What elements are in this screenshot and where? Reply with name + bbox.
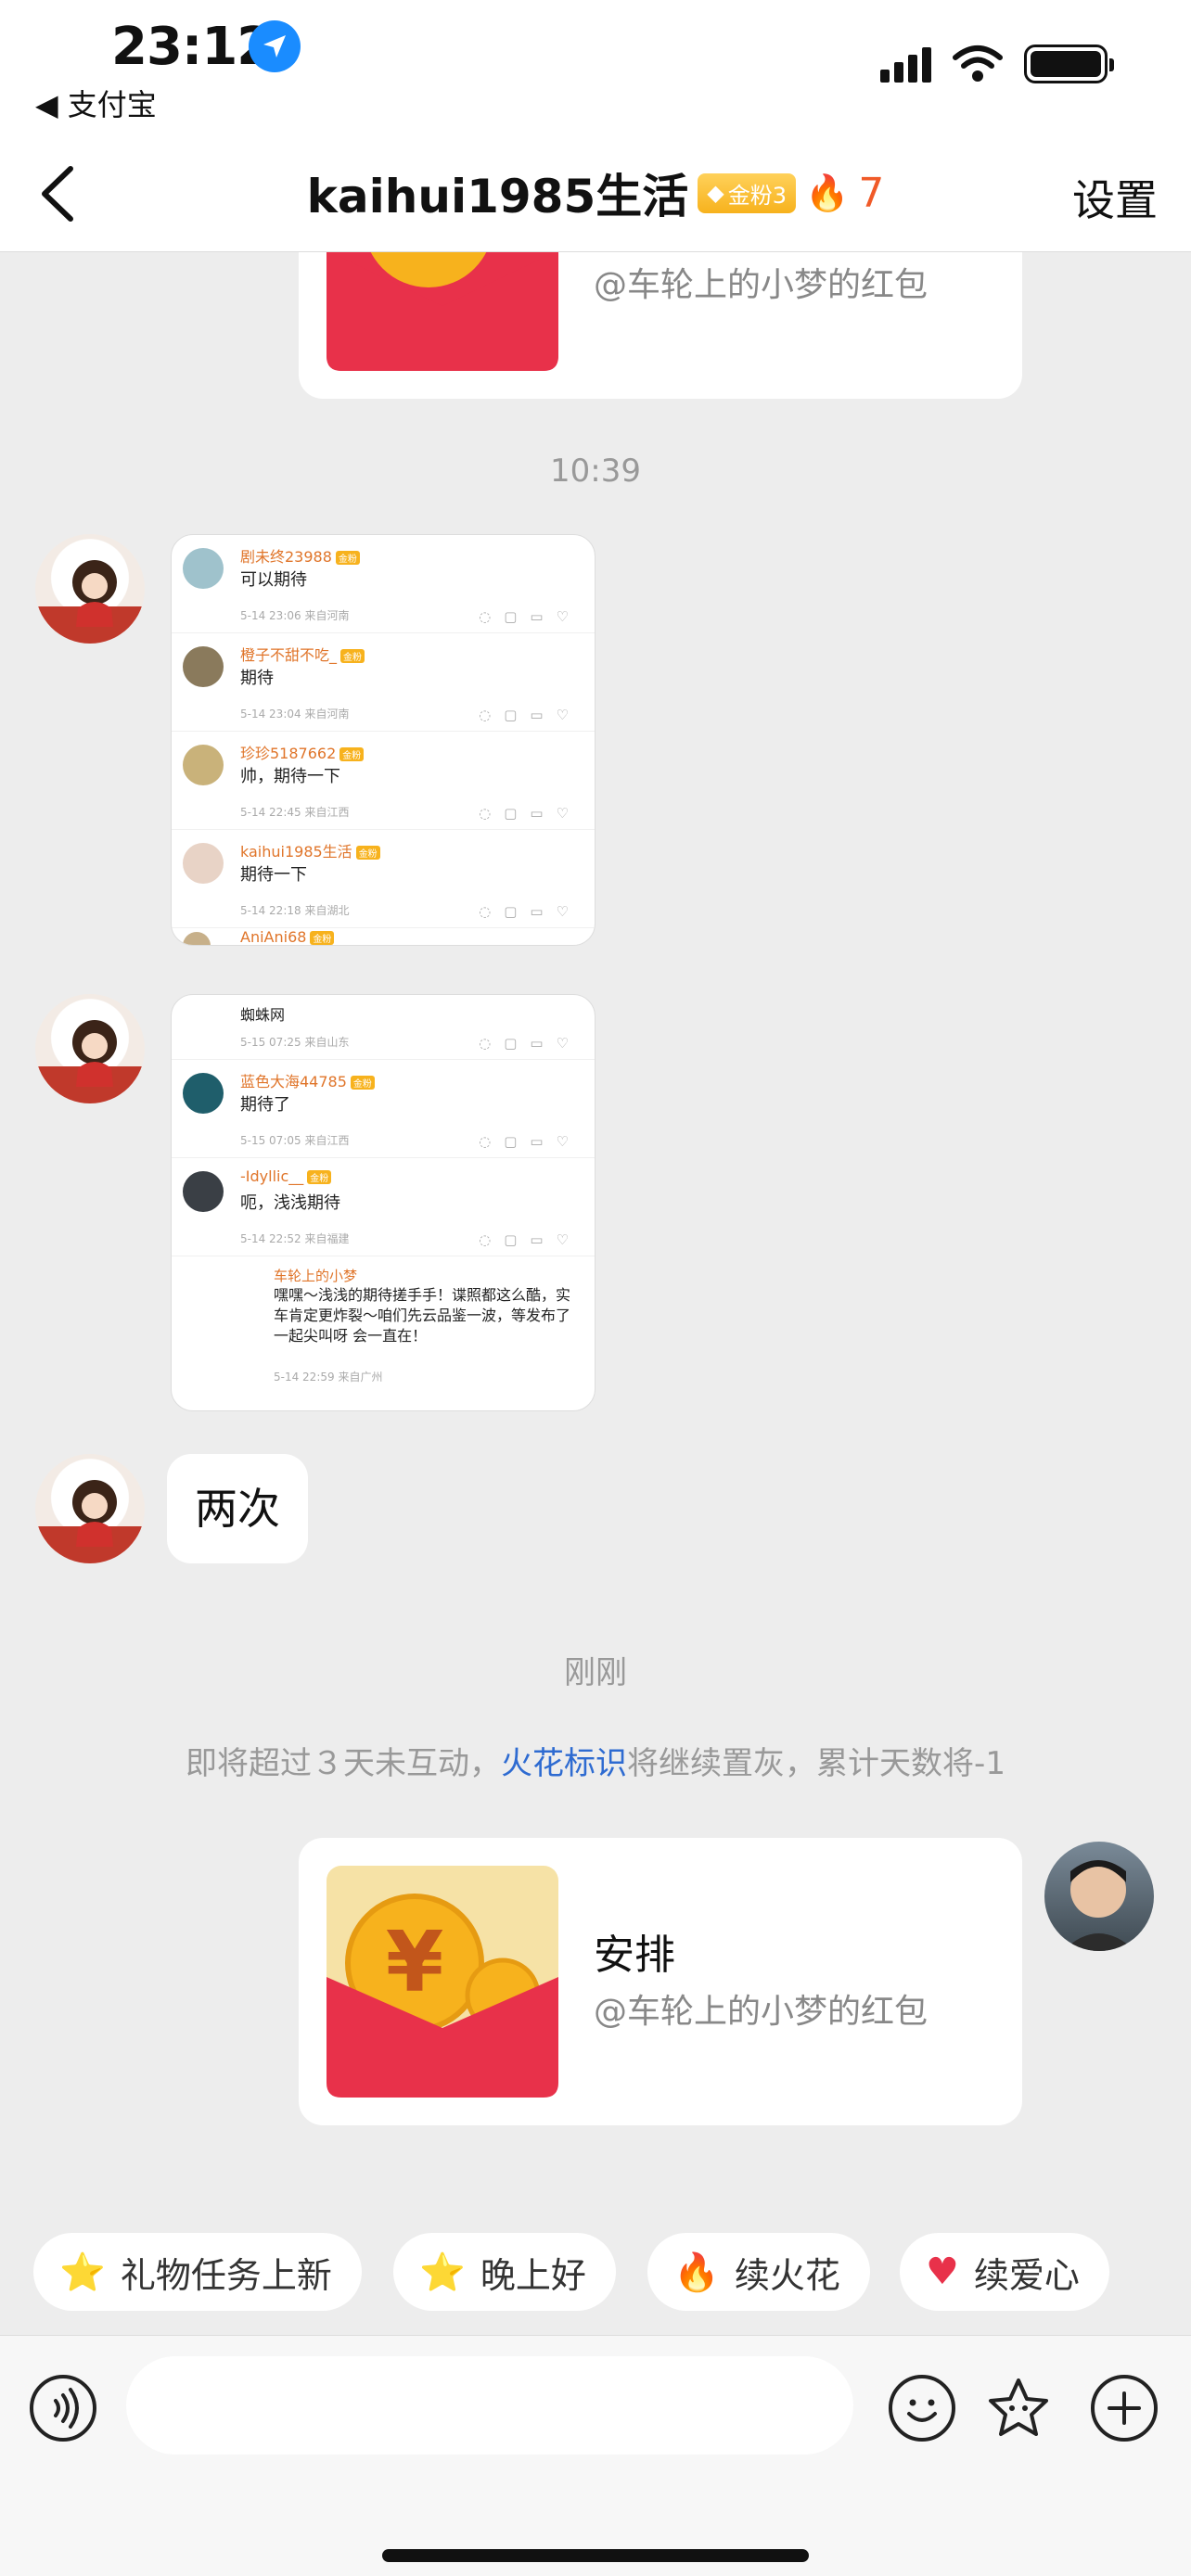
comment-row: 剧未终23988 金粉 可以期待 5-14 23:06 来自河南 ◌▢▭♡ [172, 535, 595, 633]
fan-level-badge: ◆ 金粉3 [698, 172, 797, 213]
commenter-avatar [183, 932, 211, 945]
comment-row: kaihui1985生活 金粉 期待一下 5-14 22:18 来自湖北 ◌▢▭♡ [172, 830, 595, 928]
image-message-comments-screenshot[interactable]: 蜘蛛网 5-15 07:25 来自山东 ◌▢▭♡ 蓝色大海44785 金粉 期待了… [171, 994, 596, 1411]
heart-icon: ♥ [926, 2251, 959, 2293]
comment-row: 蜘蛛网 5-15 07:25 来自山东 ◌▢▭♡ [172, 995, 595, 1060]
message-input[interactable] [126, 2356, 853, 2455]
timestamp: 10:39 [550, 453, 641, 490]
comment-action-icons: ◌▢▭♡ [479, 707, 582, 723]
input-bar [0, 2335, 1191, 2576]
comment-row: 橙子不甜不吃_ 金粉 期待 5-14 23:04 来自河南 ◌▢▭♡ [172, 633, 595, 732]
emoji-button[interactable] [889, 2375, 955, 2442]
red-packet-icon [327, 252, 558, 371]
avatar-girl-illustration [35, 560, 145, 644]
star-face-icon: ⭐ [419, 2251, 466, 2294]
red-packet-subtitle: @车轮上的小梦的红包 [594, 1993, 928, 2031]
red-packet-message[interactable]: @车轮上的小梦的红包 [299, 252, 1022, 399]
avatar-girl-illustration [35, 1480, 145, 1563]
commenter-avatar [183, 843, 224, 884]
commenter-avatar [183, 548, 224, 589]
comment-row: 蓝色大海44785 金粉 期待了 5-15 07:05 来自江西 ◌▢▭♡ [172, 1060, 595, 1158]
contact-avatar[interactable] [35, 994, 145, 1103]
home-indicator [382, 2549, 809, 2562]
commenter-avatar [183, 1171, 224, 1212]
comment-row: AniAni68 金粉 [172, 928, 595, 945]
location-arrow-icon [249, 20, 301, 72]
settings-button[interactable]: 设置 [1072, 167, 1158, 228]
text-message-bubble[interactable]: 两次 [167, 1454, 308, 1563]
chip-gift-task[interactable]: ⭐ 礼物任务上新 [33, 2233, 362, 2311]
commenter-avatar [183, 745, 224, 785]
chip-continue-heart[interactable]: ♥ 续爱心 [900, 2233, 1109, 2311]
contact-avatar[interactable] [35, 1454, 145, 1563]
spark-warning-notice: 即将超过３天未互动，火花标识将继续置灰，累计天数将-1 [186, 1745, 1005, 1782]
fire-icon: 🔥 [673, 2251, 720, 2294]
star-outline-icon [989, 2378, 1048, 2436]
quick-reply-chips: ⭐ 礼物任务上新 ⭐ 晚上好 🔥 续火花 ♥ 续爱心 [0, 2229, 1191, 2322]
comment-action-icons: ◌▢▭♡ [479, 805, 582, 822]
chip-continue-spark[interactable]: 🔥 续火花 [647, 2233, 870, 2311]
smiley-icon [907, 2399, 937, 2422]
avatar-photo [1063, 1860, 1135, 1951]
red-packet-icon: ¥ [327, 1866, 558, 2098]
more-actions-button[interactable] [1091, 2375, 1158, 2442]
image-message-comments-screenshot[interactable]: 剧未终23988 金粉 可以期待 5-14 23:06 来自河南 ◌▢▭♡ 橙子不… [171, 534, 596, 946]
comment-row: -Idyllic__ 金粉 呃，浅浅期待 5-14 22:52 来自福建 ◌▢▭♡ [172, 1158, 595, 1256]
spark-badge-link[interactable]: 火花标识 [501, 1745, 627, 1782]
red-packet-title: 安排 [594, 1932, 675, 1979]
voice-icon [54, 2388, 79, 2429]
comment-action-icons: ◌▢▭♡ [479, 1133, 582, 1150]
star-face-icon: ⭐ [59, 2251, 106, 2294]
svg-text:¥: ¥ [386, 1914, 444, 2011]
commenter-avatar [183, 1073, 224, 1114]
comment-action-icons: ◌▢▭♡ [479, 1231, 582, 1248]
plus-icon [1108, 2391, 1141, 2425]
sticker-button[interactable] [985, 2375, 1052, 2442]
chat-message-list[interactable]: @车轮上的小梦的红包 10:39 剧未终23988 金粉 可以期待 5-14 23… [0, 252, 1191, 2329]
comment-action-icons: ◌▢▭♡ [479, 1035, 582, 1052]
spark-day-count: 7 [858, 169, 885, 217]
voice-input-button[interactable] [30, 2375, 96, 2442]
comment-row: 珍珍5187662 金粉 帅，期待一下 5-14 22:45 来自江西 ◌▢▭♡ [172, 732, 595, 830]
chat-header: kaihui1985生活 ◆ 金粉3 🔥 7 设置 [0, 139, 1191, 252]
avatar-girl-illustration [35, 1020, 145, 1103]
chip-good-evening[interactable]: ⭐ 晚上好 [393, 2233, 616, 2311]
commenter-avatar [183, 646, 224, 687]
red-packet-subtitle: @车轮上的小梦的红包 [594, 266, 928, 304]
comment-action-icons: ◌▢▭♡ [479, 608, 582, 625]
fan-diamond-icon: ◆ [707, 180, 724, 206]
status-icons [880, 45, 1114, 83]
chat-title: kaihui1985生活 ◆ 金粉3 🔥 7 [0, 159, 1191, 226]
comment-action-icons: ◌▢▭♡ [479, 903, 582, 920]
wifi-icon [953, 45, 1003, 82]
contact-name: kaihui1985生活 [306, 170, 689, 223]
red-packet-message[interactable]: ¥ 安排 @车轮上的小梦的红包 [299, 1838, 1022, 2125]
contact-avatar[interactable] [35, 534, 145, 644]
fire-icon: 🔥 [805, 172, 850, 213]
author-reply: 车轮上的小梦 嘿嘿～浅浅的期待搓手手！谍照都这么酷，实车肯定更炸裂～咱们先云品鉴… [274, 1268, 571, 1345]
status-bar: 23:12 ◀ 支付宝 [0, 0, 1191, 139]
back-to-app-link[interactable]: ◀ 支付宝 [35, 82, 157, 124]
cellular-signal-icon [880, 45, 931, 83]
my-avatar[interactable] [1044, 1842, 1154, 1951]
timestamp: 刚刚 [564, 1654, 627, 1691]
battery-icon [1024, 45, 1114, 83]
